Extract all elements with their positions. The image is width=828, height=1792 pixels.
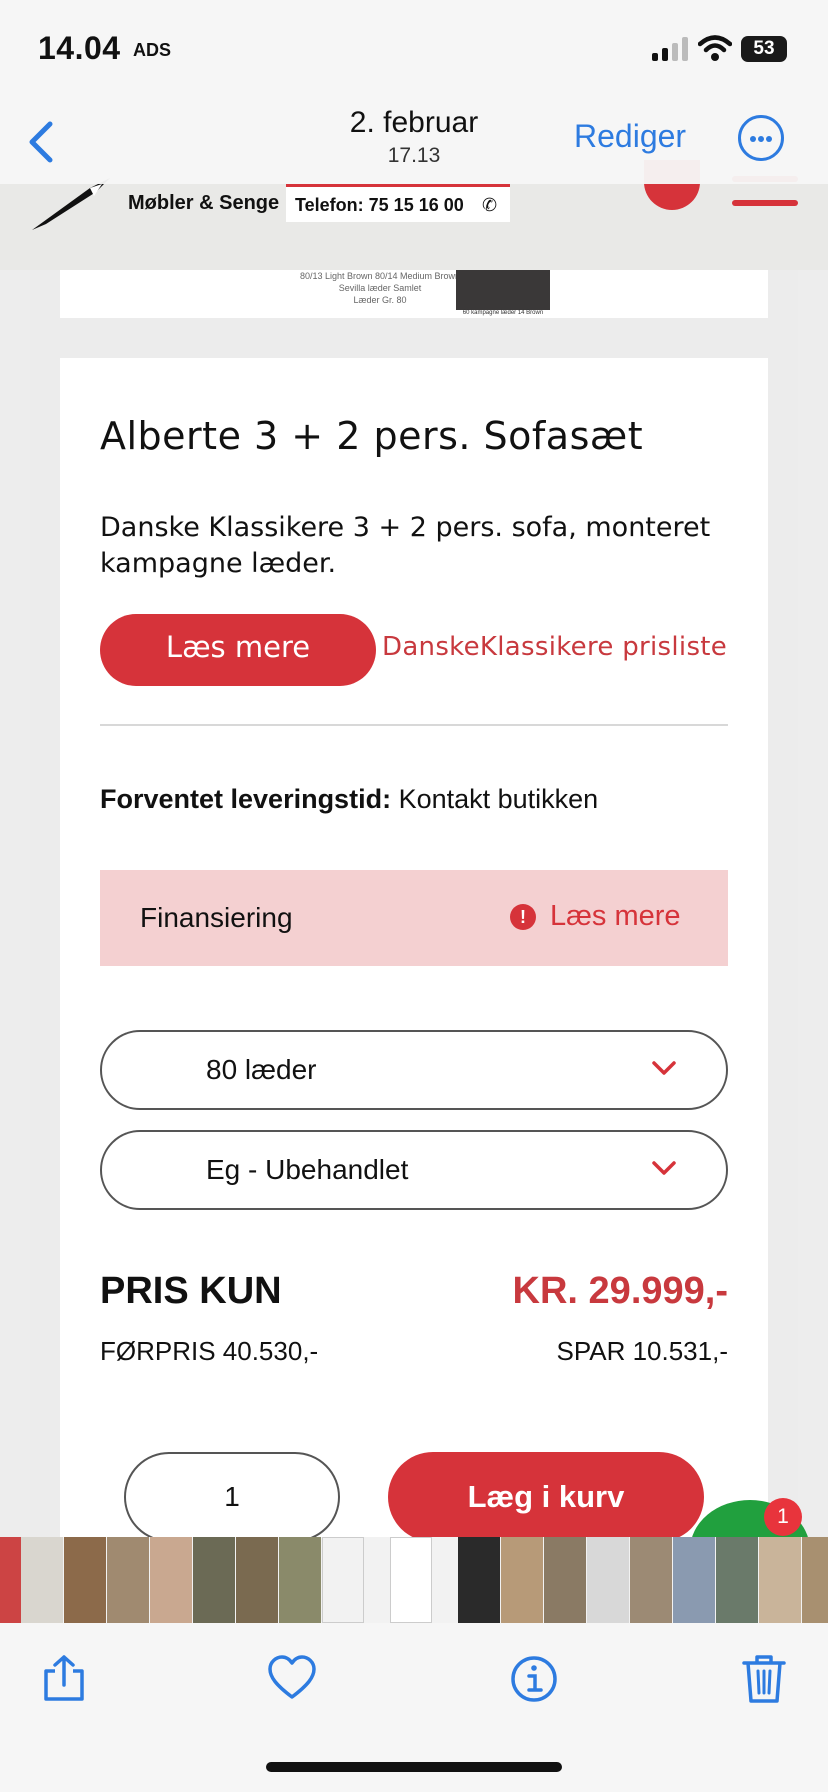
- leather-select[interactable]: 80 læder: [100, 1030, 728, 1110]
- logo-text: Møbler & Senge: [128, 192, 280, 214]
- thumbnail[interactable]: [64, 1537, 106, 1623]
- thumbnail[interactable]: [322, 1537, 364, 1623]
- leather-swatch: [456, 270, 550, 310]
- delivery-label: Forventet leveringstid:: [100, 784, 392, 814]
- alert-icon: !: [510, 904, 536, 930]
- photo-date: 2. februar: [349, 106, 479, 139]
- before-price: FØRPRIS 40.530,-: [100, 1336, 319, 1366]
- heart-icon[interactable]: [266, 1653, 318, 1705]
- financing-label: Finansiering: [140, 902, 293, 933]
- chevron-down-icon: [652, 1161, 676, 1175]
- thumbnail[interactable]: [802, 1537, 828, 1623]
- financing-read-more-link[interactable]: Læs mere: [550, 900, 681, 933]
- cellular-signal-icon: [652, 37, 688, 61]
- phone-icon: ✆: [482, 195, 498, 215]
- thumbnail[interactable]: [501, 1537, 543, 1623]
- thumbnail[interactable]: [716, 1537, 758, 1623]
- thumbnail[interactable]: [236, 1537, 278, 1623]
- price-value: KR. 29.999,-: [512, 1270, 728, 1312]
- thumbnail[interactable]: [458, 1537, 500, 1623]
- product-description: Danske Klassikere 3 + 2 pers. sofa, mont…: [100, 512, 711, 579]
- photo-time: 17.13: [387, 144, 441, 167]
- thumbnail[interactable]: [630, 1537, 672, 1623]
- status-time: 14.04: [38, 30, 121, 66]
- add-to-cart-button[interactable]: Læg i kurv: [388, 1452, 704, 1542]
- battery-indicator: 53: [741, 36, 787, 62]
- more-icon[interactable]: [738, 115, 784, 161]
- product-title: Alberte 3 + 2 pers. Sofasæt: [100, 414, 644, 458]
- thumbnail[interactable]: [673, 1537, 715, 1623]
- divider: [100, 724, 728, 726]
- thumbnail[interactable]: [544, 1537, 586, 1623]
- quantity-input[interactable]: 1: [124, 1452, 340, 1542]
- home-indicator: [266, 1762, 562, 1772]
- phone-box[interactable]: Telefon: 75 15 16 00 ✆: [286, 184, 510, 222]
- chat-badge: 1: [764, 1498, 802, 1536]
- financing-banner: Finansiering ! Læs mere: [100, 870, 728, 966]
- thumbnail[interactable]: [759, 1537, 801, 1623]
- swatch-image: 80/13 Light Brown 80/14 Medium Brown Sev…: [60, 270, 768, 318]
- share-icon[interactable]: [38, 1653, 90, 1705]
- thumbnail[interactable]: [193, 1537, 235, 1623]
- phone-number: Telefon: 75 15 16 00: [295, 195, 464, 215]
- photo-nav-bar: 2. februar 17.13 Rediger: [0, 100, 828, 184]
- thumbnail[interactable]: [21, 1537, 63, 1623]
- status-time-suffix: ADS: [133, 40, 172, 60]
- thumbnail[interactable]: [107, 1537, 149, 1623]
- saving-amount: SPAR 10.531,-: [556, 1336, 728, 1366]
- swatch-caption-right: 60 kampagne læder 14 Brown: [462, 310, 544, 316]
- menu-icon-bar: [732, 200, 798, 206]
- thumbnail[interactable]: [587, 1537, 629, 1623]
- delivery-time: Forventet leveringstid: Kontakt butikken: [100, 784, 598, 815]
- trash-icon[interactable]: [738, 1653, 790, 1705]
- wifi-icon: [698, 35, 732, 61]
- thumbnail[interactable]: [279, 1537, 321, 1623]
- status-bar: 14.04 ADS 53: [0, 0, 828, 100]
- info-icon[interactable]: [508, 1653, 560, 1705]
- leather-select-value: 80 læder: [206, 1054, 317, 1085]
- delivery-value: Kontakt butikken: [391, 784, 599, 814]
- thumbnail[interactable]: [150, 1537, 192, 1623]
- wood-select-value: Eg - Ubehandlet: [206, 1154, 409, 1185]
- price-label: PRIS KUN: [100, 1270, 282, 1312]
- chevron-down-icon: [652, 1061, 676, 1075]
- wood-select[interactable]: Eg - Ubehandlet: [100, 1130, 728, 1210]
- edit-button[interactable]: Rediger: [574, 118, 686, 155]
- read-more-button[interactable]: Læs mere: [100, 614, 376, 686]
- thumbnail-strip[interactable]: [0, 1537, 828, 1623]
- price-list-link[interactable]: DanskeKlassikere prisliste: [382, 632, 727, 662]
- thumbnail[interactable]: [390, 1537, 432, 1623]
